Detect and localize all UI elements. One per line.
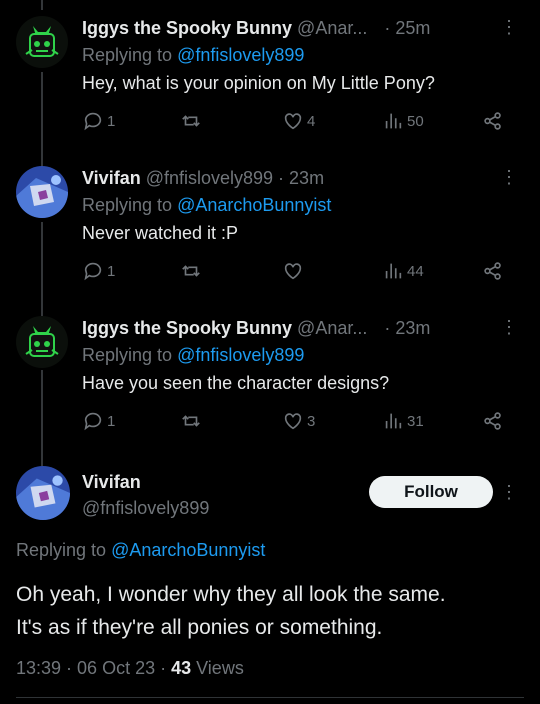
tweet-text: Hey, what is your opinion on My Little P… xyxy=(82,73,435,93)
view-count: 31 xyxy=(407,412,424,430)
replying-to-label: Replying to xyxy=(16,540,112,560)
handle[interactable]: @fnfislovely899 xyxy=(82,498,209,519)
avatar[interactable] xyxy=(16,466,70,520)
share-button[interactable] xyxy=(482,260,507,282)
mention-link[interactable]: @AnarchoBunnyist xyxy=(111,540,265,560)
vivifan-avatar-icon xyxy=(16,466,70,520)
share-icon xyxy=(484,412,501,430)
timestamp[interactable]: 13:39 · 06 Oct 23 · xyxy=(16,658,171,678)
tweet-text: Oh yeah, I wonder why they all look the … xyxy=(16,578,526,644)
replying-to-label: Replying to xyxy=(82,195,178,215)
thread-line xyxy=(41,0,43,10)
share-button[interactable] xyxy=(482,110,507,132)
heart-icon xyxy=(284,113,302,130)
timestamp[interactable]: · 23m xyxy=(384,318,430,338)
views-chart-icon xyxy=(385,263,402,279)
display-name[interactable]: Iggys the Spooky Bunny xyxy=(82,18,292,38)
reply-button[interactable]: 1 xyxy=(82,410,115,432)
tweet-header: Iggys the Spooky Bunny @Anar... · 25m xyxy=(82,16,510,40)
views-button[interactable]: 31 xyxy=(382,410,424,432)
retweet-icon xyxy=(182,115,200,127)
replying-to: Replying to @fnfislovely899 xyxy=(82,342,510,368)
replying-to: Replying to @AnarchoBunnyist xyxy=(82,192,510,218)
display-name[interactable]: Vivifan xyxy=(82,472,141,493)
reply-count: 1 xyxy=(107,262,116,280)
share-icon xyxy=(484,262,501,280)
reply-button[interactable]: 1 xyxy=(82,110,115,132)
view-count: 44 xyxy=(407,262,424,280)
avatar[interactable] xyxy=(16,16,68,68)
replying-to: Replying to @AnarchoBunnyist xyxy=(16,540,265,561)
spooky-bunny-avatar-icon xyxy=(16,316,68,368)
tweet-meta: 13:39 · 06 Oct 23 · 43 Views xyxy=(16,658,244,679)
tweet-text-line: It's as if they're all ponies or somethi… xyxy=(16,616,383,639)
heart-icon xyxy=(284,263,302,280)
more-options-icon[interactable]: ⋮ xyxy=(500,168,518,186)
views-chart-icon xyxy=(385,413,402,429)
retweet-button[interactable] xyxy=(180,110,205,132)
views-chart-icon xyxy=(385,113,402,129)
more-options-icon[interactable]: ⋮ xyxy=(500,18,518,36)
tweet-text: Have you seen the character designs? xyxy=(82,373,390,393)
like-button[interactable] xyxy=(282,260,307,282)
spooky-bunny-avatar-icon xyxy=(16,16,68,68)
action-bar: 1 44 xyxy=(82,260,510,284)
reply-button[interactable]: 1 xyxy=(82,260,115,282)
replying-to-label: Replying to xyxy=(82,345,178,365)
more-options-icon[interactable]: ⋮ xyxy=(500,482,518,503)
tweet-header: Iggys the Spooky Bunny @Anar... · 23m xyxy=(82,316,510,340)
share-icon xyxy=(484,112,501,130)
tweet-text: Never watched it :P xyxy=(82,223,239,243)
replying-to-label: Replying to xyxy=(82,45,178,65)
reply-count: 1 xyxy=(107,412,116,430)
share-button[interactable] xyxy=(482,410,507,432)
handle[interactable]: @Anar... xyxy=(297,318,367,338)
avatar[interactable] xyxy=(16,316,68,368)
mention-link[interactable]: @AnarchoBunnyist xyxy=(177,195,331,215)
handle[interactable]: @Anar... xyxy=(297,18,367,38)
vivifan-avatar-icon xyxy=(16,166,68,218)
views-button[interactable]: 44 xyxy=(382,260,424,282)
action-bar: 1 3 31 xyxy=(82,410,510,434)
tweet-text-line: Oh yeah, I wonder why they all look the … xyxy=(16,583,446,606)
like-count: 3 xyxy=(307,412,316,430)
timestamp[interactable]: · 25m xyxy=(384,18,430,38)
mention-link[interactable]: @fnfislovely899 xyxy=(177,345,304,365)
handle[interactable]: @fnfislovely899 · 23m xyxy=(146,168,324,188)
action-bar: 1 4 50 xyxy=(82,110,510,134)
avatar[interactable] xyxy=(16,166,68,218)
follow-button[interactable]: Follow xyxy=(369,476,493,508)
divider xyxy=(16,697,524,698)
thread-line xyxy=(41,222,43,316)
display-name[interactable]: Vivifan xyxy=(82,168,141,188)
like-count: 4 xyxy=(307,112,316,130)
thread-line xyxy=(41,370,43,466)
reply-icon xyxy=(84,412,102,431)
more-options-icon[interactable]: ⋮ xyxy=(500,318,518,336)
tweet-header: Vivifan @fnfislovely899 · 23m xyxy=(82,166,510,190)
views-count: 43 xyxy=(171,658,192,678)
reply-count: 1 xyxy=(107,112,116,130)
heart-icon xyxy=(284,413,302,430)
retweet-button[interactable] xyxy=(180,410,205,432)
retweet-icon xyxy=(182,265,200,277)
thread-line xyxy=(41,72,43,168)
view-count: 50 xyxy=(407,112,424,130)
like-button[interactable]: 4 xyxy=(282,110,315,132)
display-name[interactable]: Iggys the Spooky Bunny xyxy=(82,318,292,338)
views-label: Views xyxy=(191,658,244,678)
retweet-icon xyxy=(182,415,200,427)
reply-icon xyxy=(84,112,102,131)
like-button[interactable]: 3 xyxy=(282,410,315,432)
views-button[interactable]: 50 xyxy=(382,110,424,132)
reply-icon xyxy=(84,262,102,281)
replying-to: Replying to @fnfislovely899 xyxy=(82,42,510,68)
retweet-button[interactable] xyxy=(180,260,205,282)
mention-link[interactable]: @fnfislovely899 xyxy=(177,45,304,65)
